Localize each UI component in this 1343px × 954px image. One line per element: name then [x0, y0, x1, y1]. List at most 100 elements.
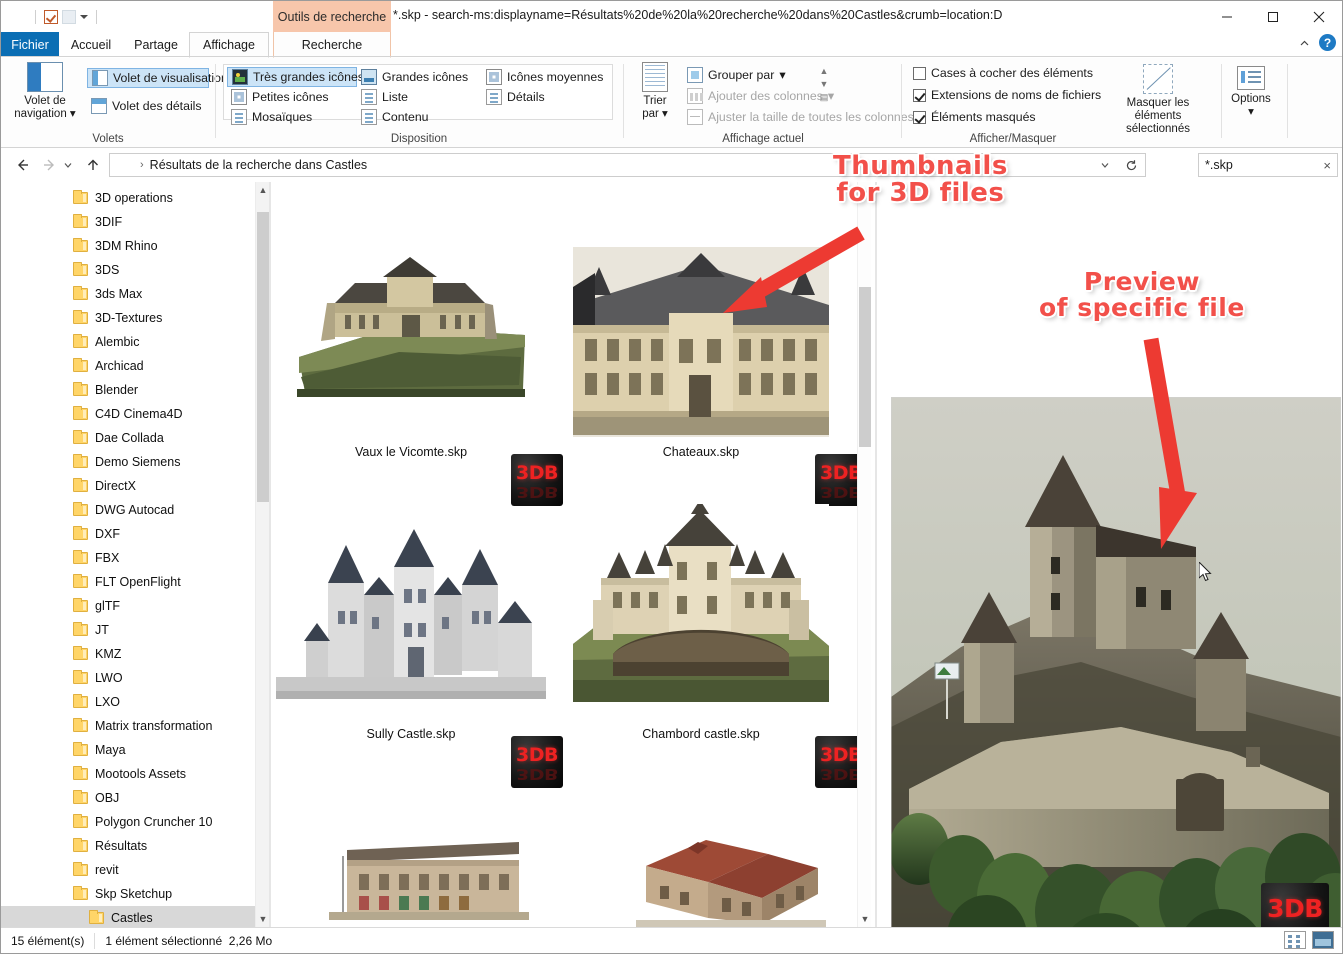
layout-tiles[interactable]: Mosaïques — [227, 107, 316, 127]
layout-large-icons[interactable]: Grandes icônes — [357, 67, 472, 87]
layout-details[interactable]: Détails — [482, 87, 549, 107]
sidebar-item[interactable]: Castles — [1, 906, 269, 927]
sidebar-item[interactable]: Alembic — [1, 330, 269, 354]
nav-scroll-down-icon[interactable]: ▼ — [256, 911, 269, 927]
sidebar-item[interactable]: C4D Cinema4D — [1, 402, 269, 426]
maximize-button[interactable] — [1250, 1, 1296, 32]
tab-partage[interactable]: Partage — [123, 32, 189, 57]
nav-pane-button[interactable]: Volet de navigation ▾ — [7, 62, 83, 121]
group-by-caret-icon[interactable]: ▾ — [779, 68, 785, 82]
close-button[interactable] — [1296, 1, 1342, 32]
add-columns-caret-icon[interactable]: ▾ — [828, 89, 834, 103]
search-input[interactable]: *.skp — [1205, 158, 1233, 172]
preview-splitter[interactable] — [875, 182, 877, 927]
sidebar-item[interactable]: KMZ — [1, 642, 269, 666]
sidebar-item[interactable]: FLT OpenFlight — [1, 570, 269, 594]
sidebar-item[interactable]: Skp Sketchup — [1, 882, 269, 906]
layout-medium-icons[interactable]: Icônes moyennes — [482, 67, 607, 87]
hide-selected-button[interactable]: Masquer les éléments sélectionnés — [1103, 64, 1213, 136]
sort-caret-icon[interactable]: ▾ — [662, 108, 668, 120]
breadcrumb[interactable]: Résultats de la recherche dans Castles — [150, 158, 367, 172]
sidebar-item[interactable]: 3DIF — [1, 210, 269, 234]
tab-fichier[interactable]: Fichier — [1, 32, 59, 57]
qat-chevron-down-icon[interactable] — [80, 14, 88, 19]
sidebar-item[interactable]: Résultats — [1, 834, 269, 858]
preview-pane-button[interactable]: Volet de visualisation — [87, 68, 228, 88]
nav-scrollbar-thumb[interactable] — [257, 212, 269, 502]
sidebar-item[interactable]: JT — [1, 618, 269, 642]
sidebar-item[interactable]: 3DM Rhino — [1, 234, 269, 258]
file-extensions-option[interactable]: Extensions de noms de fichiers — [909, 85, 1105, 105]
new-folder-icon[interactable] — [62, 9, 76, 24]
address-dropdown-chevron-down-icon[interactable] — [1092, 154, 1118, 176]
sidebar-item[interactable]: Mootools Assets — [1, 762, 269, 786]
sidebar-item[interactable]: DirectX — [1, 474, 269, 498]
add-columns-button[interactable]: Ajouter des colonnes ▾ — [683, 86, 838, 106]
sidebar-item[interactable]: revit — [1, 858, 269, 882]
sidebar-item[interactable]: Archicad — [1, 354, 269, 378]
item-checkboxes-option[interactable]: Cases à cocher des éléments — [909, 63, 1097, 83]
search-box[interactable]: *.skp × — [1198, 153, 1338, 177]
tab-accueil[interactable]: Accueil — [59, 32, 123, 57]
collapse-ribbon-icon[interactable] — [1299, 38, 1309, 48]
layout-small-icons[interactable]: Petites icônes — [227, 87, 333, 107]
tab-affichage[interactable]: Affichage — [189, 32, 269, 58]
file-extensions-checkbox[interactable] — [913, 88, 926, 102]
item-checkboxes-checkbox[interactable] — [913, 66, 926, 80]
sidebar-item[interactable]: Polygon Cruncher 10 — [1, 810, 269, 834]
nav-pane-caret-icon[interactable]: ▾ — [70, 108, 76, 120]
file-list-scrollbar-thumb[interactable] — [859, 287, 871, 447]
options-button[interactable]: Options ▾ — [1223, 66, 1279, 119]
sidebar-item[interactable]: glTF — [1, 594, 269, 618]
group-by-button[interactable]: Grouper par ▾ — [683, 65, 790, 85]
file-list-scrollbar[interactable]: ▲ ▼ — [857, 182, 871, 927]
sidebar-item[interactable]: 3D-Textures — [1, 306, 269, 330]
layout-list[interactable]: Liste — [357, 87, 412, 107]
sidebar-item[interactable]: 3D operations — [1, 186, 269, 210]
nav-scrollbar[interactable]: ▲ ▼ — [255, 182, 269, 927]
view-large-icons-icon[interactable] — [1312, 931, 1334, 949]
sidebar-item[interactable]: 3ds Max — [1, 282, 269, 306]
tab-recherche[interactable]: Recherche — [273, 32, 391, 58]
up-button[interactable] — [81, 153, 105, 177]
forward-button[interactable] — [37, 153, 61, 177]
minimize-button[interactable] — [1204, 1, 1250, 32]
recent-locations-chevron-down-icon[interactable] — [59, 153, 77, 177]
fit-columns-button[interactable]: Ajuster la taille de toutes les colonnes — [683, 107, 918, 127]
layout-content[interactable]: Contenu — [357, 107, 433, 127]
sidebar-item[interactable]: FBX — [1, 546, 269, 570]
help-icon[interactable]: ? — [1319, 34, 1336, 51]
explorer-folder-icon[interactable] — [9, 8, 27, 26]
nav-scroll-up-icon[interactable]: ▲ — [256, 182, 269, 198]
clear-search-icon[interactable]: × — [1323, 158, 1331, 173]
view-details-icon[interactable] — [1284, 931, 1306, 949]
list-scroll-down-icon[interactable]: ▼ — [858, 911, 871, 927]
sidebar-item[interactable]: Blender — [1, 378, 269, 402]
back-button[interactable] — [11, 153, 35, 177]
options-caret-icon[interactable]: ▾ — [1248, 106, 1254, 118]
layout-very-large-icons[interactable]: Très grandes icônes — [227, 67, 364, 87]
details-pane-button[interactable]: Volet des détails — [87, 96, 206, 116]
sidebar-item[interactable]: 3DS — [1, 258, 269, 282]
file-item[interactable] — [291, 832, 567, 927]
properties-check-icon[interactable] — [44, 9, 58, 24]
file-item[interactable]: 3DB 3DB Vaux le Vicomte.skp — [273, 242, 563, 524]
file-list[interactable]: 3DB 3DB Vaux le Vicomte.skp 3DB 3DB Chat… — [273, 182, 871, 927]
sidebar-item[interactable]: LWO — [1, 666, 269, 690]
sidebar-item[interactable]: OBJ — [1, 786, 269, 810]
hidden-items-option[interactable]: Éléments masqués — [909, 107, 1040, 127]
sidebar-item[interactable]: Demo Siemens — [1, 450, 269, 474]
sidebar-item[interactable]: DXF — [1, 522, 269, 546]
file-item[interactable]: 3DB 3DB Sully Castle.skp — [273, 519, 563, 806]
refresh-icon[interactable] — [1118, 154, 1144, 176]
sidebar-item[interactable]: Maya — [1, 738, 269, 762]
hidden-items-checkbox[interactable] — [913, 110, 926, 124]
sidebar-item[interactable]: DWG Autocad — [1, 498, 269, 522]
file-item[interactable]: 3DB 3DB Chambord castle.skp — [563, 504, 867, 806]
nav-splitter[interactable] — [269, 182, 271, 927]
sidebar-item[interactable]: LXO — [1, 690, 269, 714]
sidebar-item[interactable]: Dae Collada — [1, 426, 269, 450]
sort-by-button[interactable]: Trier par ▾ — [629, 62, 681, 121]
file-item[interactable]: 3DB 3DB Chateaux.skp — [563, 242, 867, 524]
file-item[interactable] — [593, 832, 869, 927]
